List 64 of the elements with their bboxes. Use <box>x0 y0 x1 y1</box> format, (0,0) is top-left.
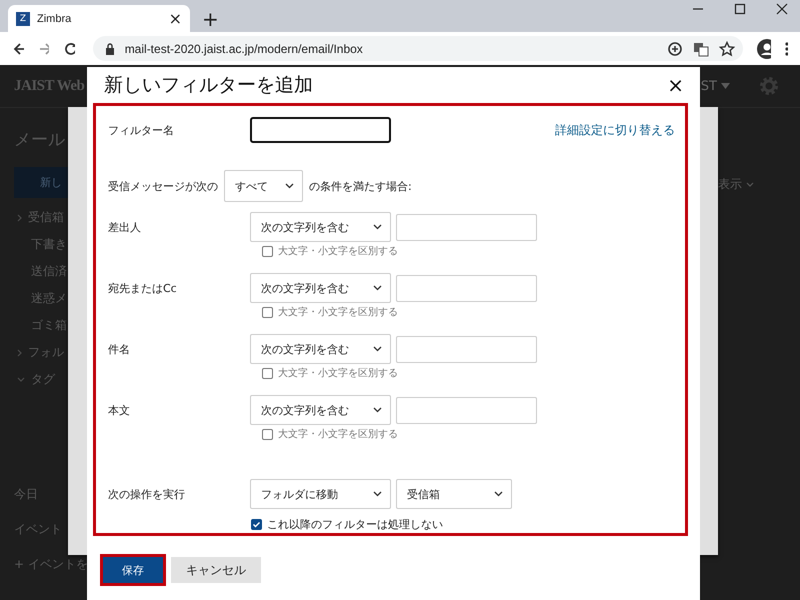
case-checkbox[interactable] <box>262 306 273 318</box>
case-checkbox[interactable] <box>262 368 273 378</box>
tab-close-button[interactable]: × <box>168 9 182 28</box>
add-circle-icon[interactable] <box>666 40 683 56</box>
field-label: 宛先またはCc <box>108 280 178 296</box>
case-checkbox[interactable] <box>262 428 273 440</box>
operator-select[interactable]: 次の文字列を含む <box>250 212 391 242</box>
dialog-title: 新しいフィルターを追加 <box>104 73 313 98</box>
chevron-down-icon <box>373 346 382 352</box>
value-field[interactable] <box>396 396 537 424</box>
close-button[interactable]: × <box>667 73 684 97</box>
case-checkbox[interactable] <box>262 246 273 256</box>
chevron-down-icon <box>373 407 382 413</box>
field-label: フィルター名 <box>108 122 175 138</box>
chevron-down-icon <box>373 285 382 291</box>
checkbox-label: これ以降のフィルターは処理しない <box>267 517 443 532</box>
folder-select[interactable]: 受信箱 <box>396 479 512 509</box>
operator-select[interactable]: 次の文字列を含む <box>250 334 391 364</box>
checkbox-label: 大文字・小文字を区別する <box>278 244 398 258</box>
maximize-icon[interactable] <box>734 3 746 15</box>
value-field[interactable] <box>396 274 537 302</box>
lock-icon <box>104 42 115 54</box>
chevron-down-icon[interactable] <box>746 182 754 187</box>
value-field[interactable] <box>396 214 537 240</box>
save-button[interactable]: 保存 <box>103 557 163 583</box>
filter-name-field[interactable] <box>250 117 391 143</box>
forward-arrow-icon[interactable] <box>38 40 50 56</box>
operator-select[interactable]: 次の文字列を含む <box>250 273 391 303</box>
star-icon[interactable] <box>718 40 735 56</box>
back-arrow-icon[interactable] <box>12 40 24 56</box>
close-icon[interactable] <box>776 3 788 15</box>
url-text: mail-test-2020.jaist.ac.jp/modern/email/Inbox <box>124 42 363 56</box>
cancel-button[interactable]: キャンセル <box>171 557 261 583</box>
field-label: 件名 <box>108 342 131 356</box>
checkbox-label: 大文字・小文字を区別する <box>278 366 398 380</box>
browser-tab[interactable]: Z Zimbra × <box>8 5 190 32</box>
field-label: 差出人 <box>108 220 142 234</box>
tab-title: Zimbra <box>37 12 72 24</box>
action-select[interactable]: フォルダに移動 <box>250 479 391 509</box>
advanced-settings-link[interactable]: 詳細設定に切り替える <box>555 122 675 138</box>
match-select[interactable]: すべて <box>224 170 303 202</box>
chevron-down-icon <box>373 491 382 497</box>
field-label: 次の操作を実行 <box>108 486 186 502</box>
checkbox-label: 大文字・小文字を区別する <box>278 428 398 441</box>
match-prefix-text: 受信メッセージが次の <box>108 178 218 194</box>
translate-icon[interactable] <box>692 40 709 56</box>
profile-icon[interactable] <box>756 38 772 58</box>
value-field[interactable] <box>396 336 537 362</box>
menu-dots-icon[interactable] <box>785 40 788 56</box>
chevron-down-icon <box>494 491 503 497</box>
no-events-text: イベント <box>14 521 62 538</box>
operator-select[interactable]: 次の文字列を含む <box>250 395 391 425</box>
address-bar[interactable]: mail-test-2020.jaist.ac.jp/modern/email/Inbox <box>92 36 743 61</box>
field-label: 本文 <box>108 402 131 418</box>
stop-checkbox[interactable] <box>251 519 262 530</box>
chevron-down-icon <box>373 224 382 230</box>
calendar-today: 今日 <box>14 486 38 503</box>
new-tab-button[interactable]: + <box>202 9 219 29</box>
reload-icon[interactable] <box>63 40 75 56</box>
checkbox-label: 大文字・小文字を区別する <box>278 306 398 319</box>
tab-favicon: Z <box>16 12 30 26</box>
caret-down-icon[interactable] <box>721 83 730 89</box>
chevron-down-icon <box>285 183 294 189</box>
match-suffix-text: の条件を満たす場合: <box>309 178 412 194</box>
